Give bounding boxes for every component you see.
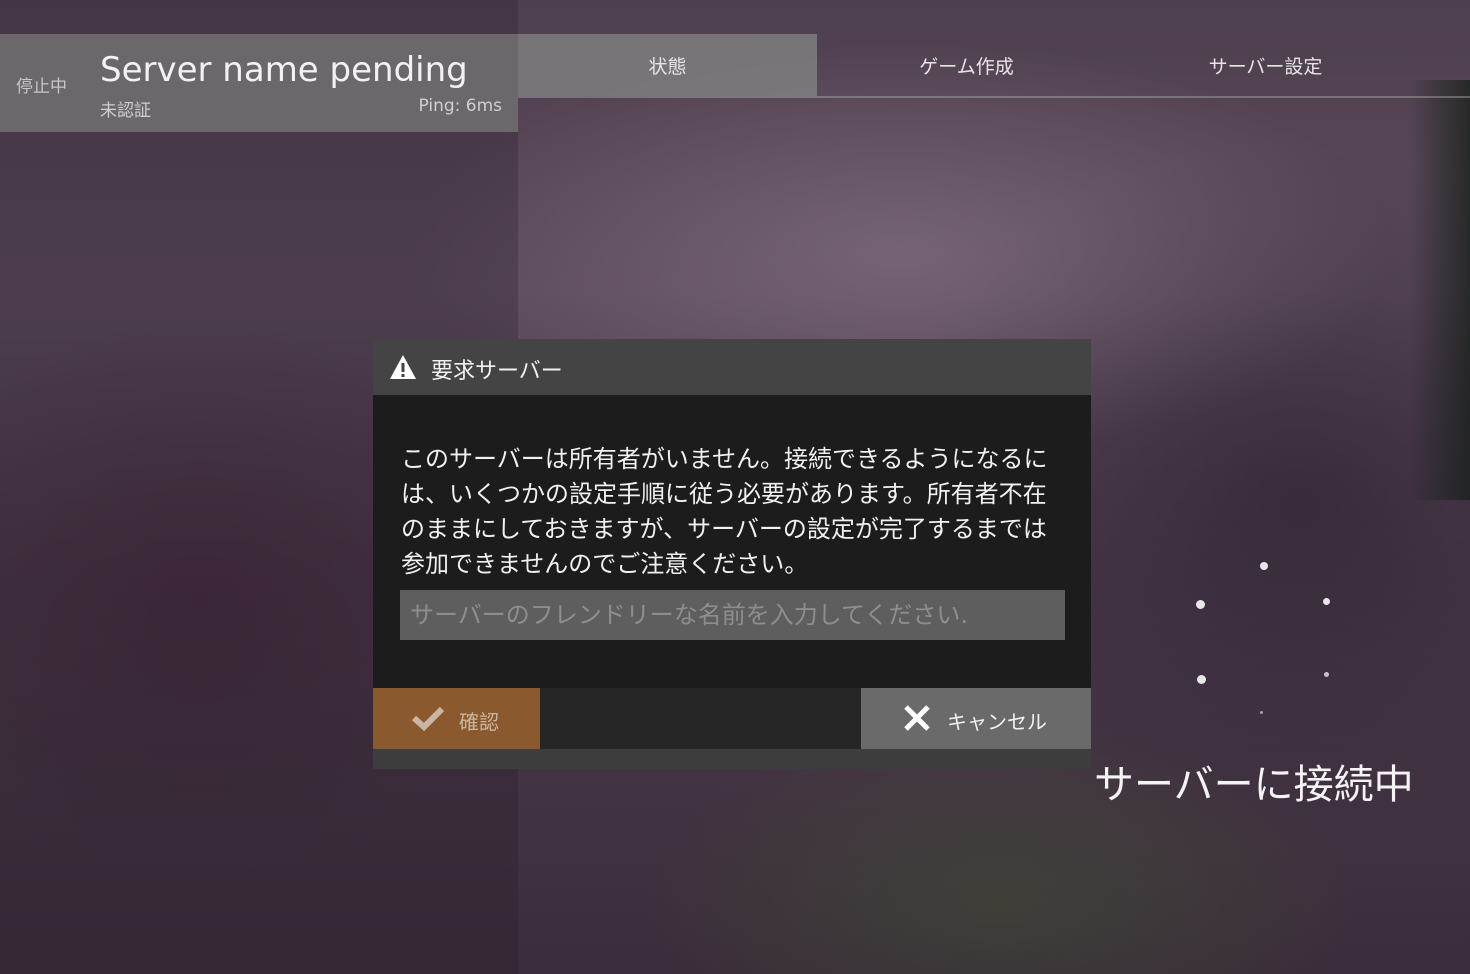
dialog-message: このサーバーは所有者がいません。接続できるようになるには、いくつかの設定手順に従… <box>401 445 1048 578</box>
server-ping: Ping: 6ms <box>418 96 502 116</box>
warning-icon <box>390 355 416 379</box>
confirm-button-label: 確認 <box>459 710 499 734</box>
confirm-button[interactable]: 確認 <box>373 688 540 749</box>
close-icon <box>904 705 930 731</box>
dialog-title: 要求サーバー <box>431 359 563 384</box>
tab-server-settings[interactable]: サーバー設定 <box>1116 34 1415 96</box>
claim-server-dialog: 要求サーバー このサーバーは所有者がいません。接続できるようになるには、いくつか… <box>373 339 1091 769</box>
server-auth-status: 未認証 <box>100 101 151 121</box>
checkmark-icon <box>411 706 445 731</box>
server-name-input[interactable] <box>400 590 1065 640</box>
loading-dots-icon <box>1180 555 1350 725</box>
dialog-footer <box>373 749 1091 769</box>
cancel-button-label: キャンセル <box>947 710 1047 734</box>
dialog-header: 要求サーバー <box>373 339 1091 395</box>
background-edge <box>1410 80 1470 500</box>
tab-status[interactable]: 状態 <box>518 34 817 96</box>
game-screen: 停止中 Server name pending 未認証 Ping: 6ms 状態… <box>0 0 1470 974</box>
dialog-button-row: 確認 キャンセル <box>373 688 1091 749</box>
connecting-status-text: サーバーに接続中 <box>1094 762 1414 808</box>
cancel-button[interactable]: キャンセル <box>861 688 1091 749</box>
tab-create-game[interactable]: ゲーム作成 <box>817 34 1116 96</box>
server-name: Server name pending <box>100 50 468 90</box>
tab-bar: 状態 ゲーム作成 サーバー設定 <box>518 34 1470 98</box>
server-info-panel: 停止中 Server name pending 未認証 Ping: 6ms <box>0 34 518 132</box>
server-status: 停止中 <box>16 77 67 97</box>
